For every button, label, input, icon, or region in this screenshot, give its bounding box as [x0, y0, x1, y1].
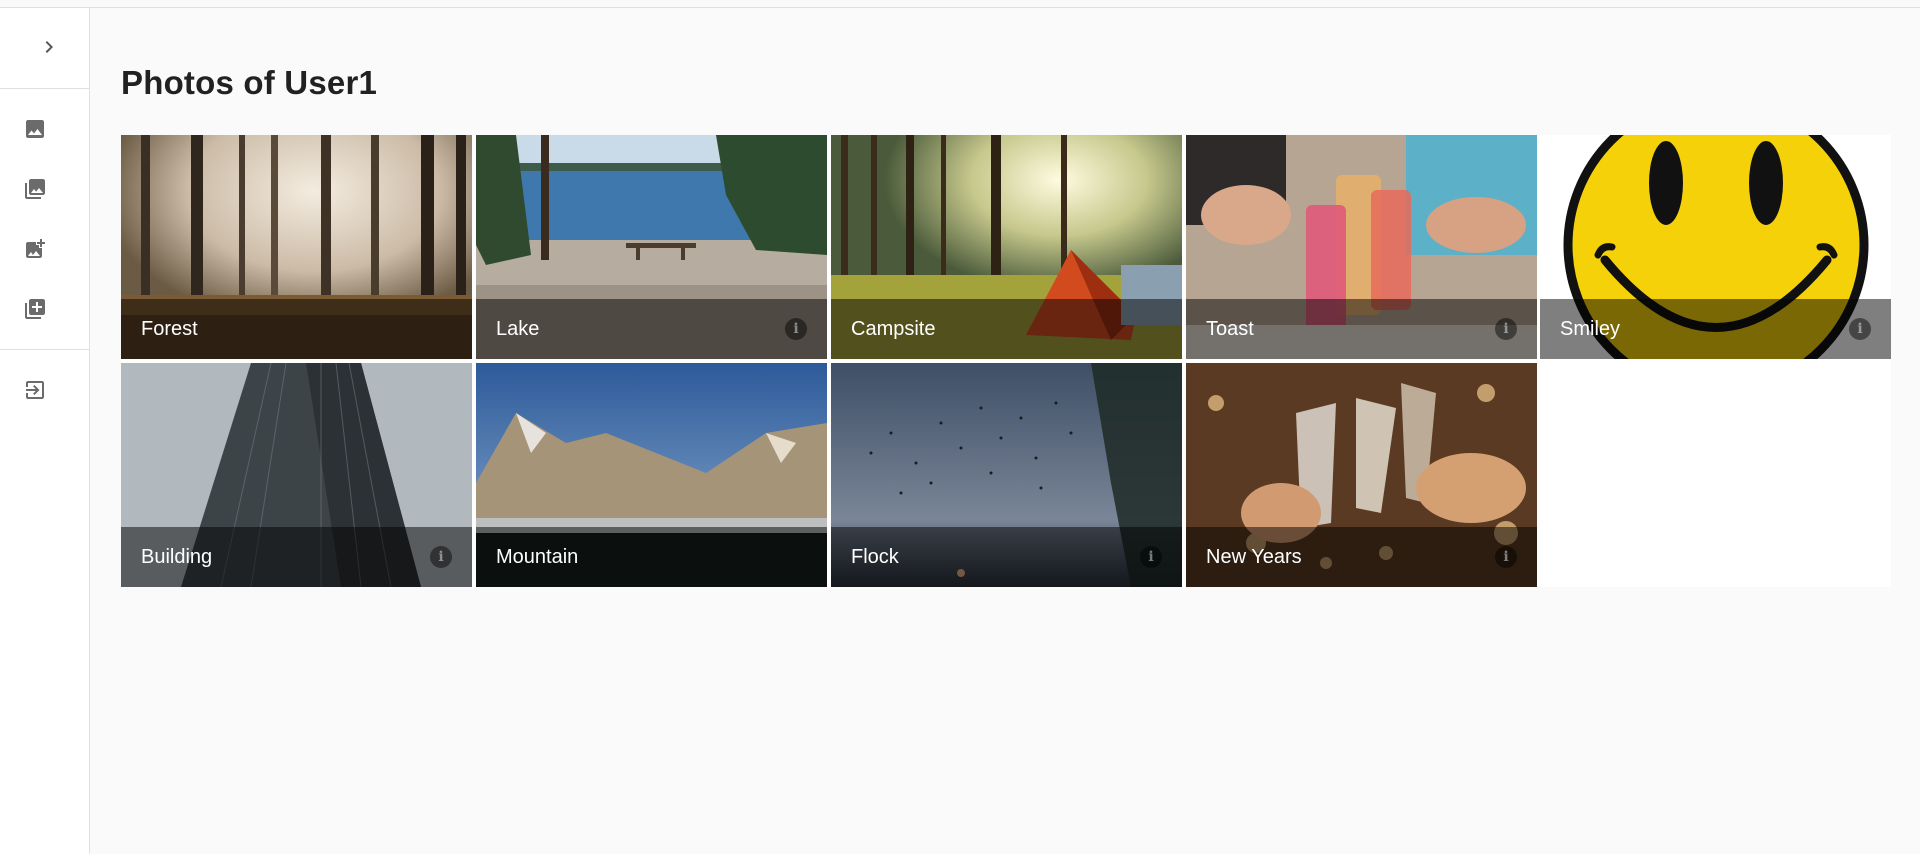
photo-tile-campsite[interactable]: Campsite [831, 135, 1182, 359]
info-icon[interactable]: i [1495, 318, 1517, 340]
photo-label: Campsite [851, 317, 936, 340]
photo-label: Flock [851, 545, 899, 568]
photo-caption-bar: Lake i [476, 299, 827, 359]
info-icon[interactable]: i [1495, 546, 1517, 568]
photo-label: Building [141, 545, 213, 568]
sidebar-item-login[interactable] [21, 376, 49, 404]
add-photo-icon [26, 239, 45, 258]
photo-label: Lake [496, 317, 540, 340]
photo-label: Smiley [1560, 317, 1621, 340]
info-icon[interactable]: i [1140, 546, 1162, 568]
photo-label: Toast [1206, 317, 1254, 340]
sidebar-item-add-photo[interactable] [21, 235, 49, 263]
sidebar [0, 8, 90, 854]
sidebar-divider [0, 88, 90, 89]
photo-caption-bar: Forest [121, 299, 472, 359]
sidebar-divider [0, 349, 90, 350]
sidebar-item-photo[interactable] [21, 115, 49, 143]
photo-label: New Years [1206, 545, 1302, 568]
page-title: Photos of User1 [121, 64, 378, 101]
photo-caption-bar: Mountain [476, 527, 827, 587]
photo-caption-bar: Toast i [1186, 299, 1537, 359]
library-add-icon [25, 299, 45, 319]
photo-label: Forest [141, 317, 198, 340]
chevron-right-icon [45, 41, 53, 53]
photo-label: Mountain [496, 545, 579, 568]
top-app-bar [0, 0, 1920, 8]
photo-caption-bar: Building i [121, 527, 472, 587]
info-icon[interactable]: i [430, 546, 452, 568]
info-icon[interactable]: i [785, 318, 807, 340]
photo-tile-smiley[interactable]: Smiley i [1540, 135, 1891, 359]
image-icon [26, 120, 44, 138]
photo-tile-flock[interactable]: Flock i [831, 363, 1182, 587]
login-icon [26, 381, 44, 399]
photo-tile-toast[interactable]: Toast i [1186, 135, 1537, 359]
info-icon[interactable]: i [1849, 318, 1871, 340]
photo-tile-new-years[interactable]: New Years i [1186, 363, 1537, 587]
photo-caption-bar: New Years i [1186, 527, 1537, 587]
photo-tile-forest[interactable]: Forest [121, 135, 472, 359]
photo-tile-mountain[interactable]: Mountain [476, 363, 827, 587]
photo-caption-bar: Campsite [831, 299, 1182, 359]
sidebar-item-photo-library[interactable] [21, 175, 49, 203]
photo-caption-bar: Flock i [831, 527, 1182, 587]
photo-grid: Forest Lake i Campsite Toast i Smiley i … [121, 135, 1891, 587]
photo-caption-bar: Smiley i [1540, 299, 1891, 359]
photo-tile-building[interactable]: Building i [121, 363, 472, 587]
sidebar-item-add-to-library[interactable] [21, 295, 49, 323]
photo-tile-lake[interactable]: Lake i [476, 135, 827, 359]
photo-library-icon [25, 179, 45, 199]
sidebar-toggle-button[interactable] [36, 34, 62, 60]
